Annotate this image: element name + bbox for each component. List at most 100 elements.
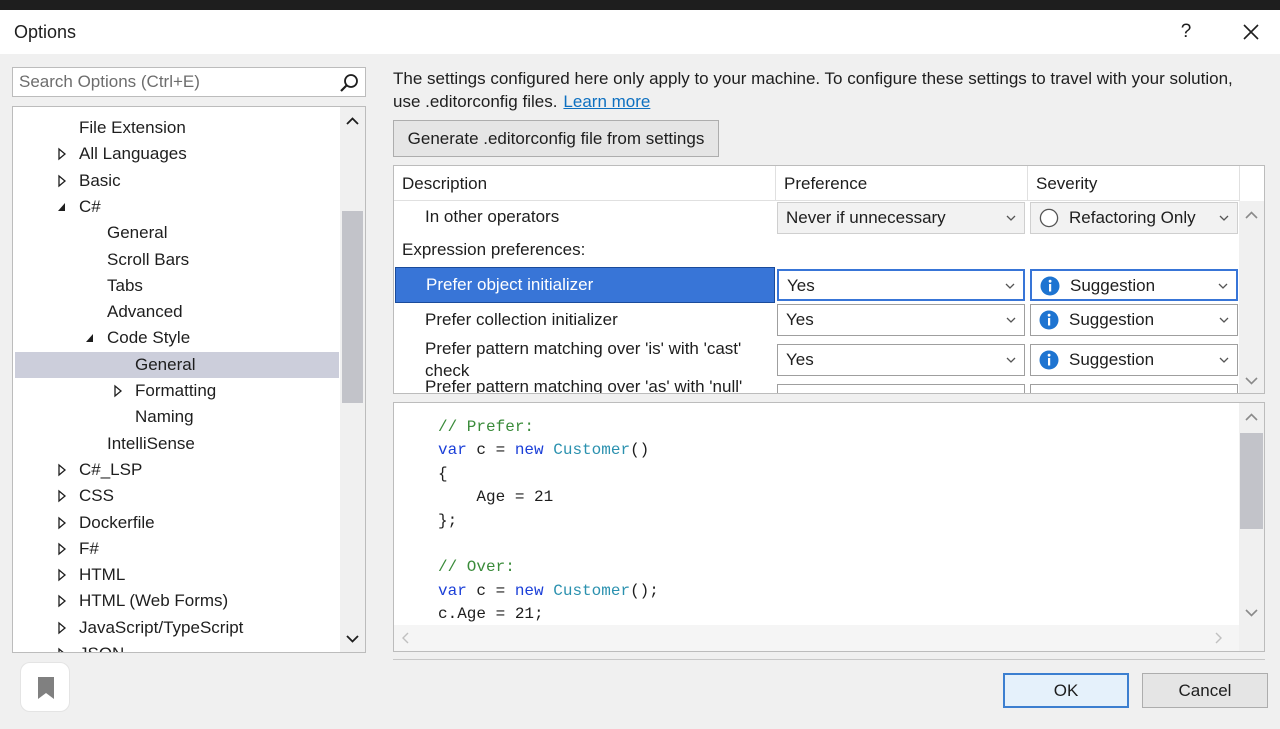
search-input[interactable]	[13, 68, 333, 96]
column-description[interactable]: Description	[394, 166, 776, 201]
tree-item[interactable]: Scroll Bars	[15, 247, 339, 273]
scroll-up-icon[interactable]	[1239, 203, 1264, 227]
preference-dropdown[interactable]	[777, 384, 1025, 393]
tree-item[interactable]: JSON	[15, 641, 339, 653]
help-button[interactable]: ?	[1172, 18, 1200, 46]
scroll-right-icon[interactable]	[1210, 630, 1226, 646]
code-line: Age = 21	[438, 485, 553, 509]
tree-item[interactable]: Naming	[15, 404, 339, 430]
cancel-button[interactable]: Cancel	[1142, 673, 1268, 708]
tree-item[interactable]: C#	[15, 194, 339, 220]
severity-dropdown[interactable]	[1030, 384, 1238, 393]
severity-dropdown[interactable]: Suggestion	[1030, 269, 1238, 301]
expand-arrow-icon[interactable]	[55, 141, 69, 167]
info-icon	[1039, 310, 1059, 330]
tree-item-label: All Languages	[79, 144, 187, 164]
expand-arrow-icon[interactable]	[55, 536, 69, 562]
preference-dropdown[interactable]: Yes	[777, 269, 1025, 301]
tree-item[interactable]: File Extension	[15, 115, 339, 141]
code-horizontal-scrollbar[interactable]	[394, 625, 1240, 651]
expand-arrow-icon[interactable]	[55, 615, 69, 641]
tree-item[interactable]: Formatting	[15, 378, 339, 404]
tree-scrollbar[interactable]	[340, 107, 365, 652]
tree-item[interactable]: General	[15, 220, 339, 246]
grid-row[interactable]: Prefer pattern matching over 'as' with '…	[394, 377, 1240, 393]
tree-item[interactable]: Code Style	[15, 325, 339, 351]
tree-item-label: File Extension	[79, 118, 186, 137]
tree-item[interactable]: General	[15, 351, 339, 378]
column-preference[interactable]: Preference	[776, 166, 1028, 201]
expand-arrow-icon[interactable]	[55, 562, 69, 588]
info-icon	[1040, 276, 1060, 296]
tree-item-label: HTML (Web Forms)	[79, 591, 229, 611]
expand-arrow-icon[interactable]	[55, 510, 69, 536]
tree-item[interactable]: Basic	[15, 168, 339, 194]
search-icon[interactable]	[339, 73, 359, 93]
close-button[interactable]	[1236, 18, 1266, 46]
learn-more-link[interactable]: Learn more	[563, 92, 650, 111]
code-scroll-thumb[interactable]	[1240, 433, 1263, 529]
expand-arrow-icon[interactable]	[55, 588, 69, 614]
circle-outline-icon	[1039, 208, 1059, 228]
collapse-arrow-icon[interactable]	[55, 194, 69, 220]
tree-item[interactable]: F#	[15, 536, 339, 562]
severity-dropdown[interactable]: Suggestion	[1030, 304, 1238, 336]
scroll-up-icon[interactable]	[1239, 405, 1264, 429]
setting-description: Prefer collection initializer	[425, 310, 618, 329]
grid-scrollbar[interactable]	[1239, 201, 1264, 393]
tree-item[interactable]: HTML (Web Forms)	[15, 588, 339, 614]
preference-dropdown[interactable]: Yes	[777, 344, 1025, 376]
severity-dropdown[interactable]: Suggestion	[1030, 344, 1238, 376]
tree-item[interactable]: Advanced	[15, 299, 339, 325]
code-token: c =	[466, 441, 515, 460]
tree-item[interactable]: C#_LSP	[15, 457, 339, 483]
tree-item-label: JSON	[79, 641, 124, 652]
scroll-down-icon[interactable]	[1239, 601, 1264, 625]
expand-arrow-icon[interactable]	[111, 378, 125, 404]
tree-item[interactable]: Dockerfile	[15, 510, 339, 536]
tree-item[interactable]: JavaScript/TypeScript	[15, 615, 339, 641]
scroll-down-icon[interactable]	[340, 627, 365, 651]
tree-item[interactable]: CSS	[15, 483, 339, 509]
tree-item[interactable]: Tabs	[15, 273, 339, 299]
tree-item[interactable]: IntelliSense	[15, 431, 339, 457]
preference-value: Yes	[786, 350, 814, 369]
tree-scroll-thumb[interactable]	[342, 211, 363, 403]
code-token: new	[514, 441, 544, 460]
preference-dropdown[interactable]: Yes	[777, 304, 1025, 336]
code-line: var c = new Customer()	[438, 438, 649, 462]
tree-item-label: Scroll Bars	[107, 249, 190, 269]
info-text: The settings configured here only apply …	[393, 69, 1233, 111]
code-line: // Over:	[438, 555, 515, 579]
tree-item[interactable]: All Languages	[15, 141, 339, 167]
preference-value: Never if unnecessary	[786, 208, 946, 227]
column-severity[interactable]: Severity	[1028, 166, 1240, 201]
code-token: new	[514, 581, 544, 600]
code-token: ();	[630, 581, 659, 600]
generate-editorconfig-button[interactable]: Generate .editorconfig file from setting…	[393, 120, 719, 157]
bookmark-button[interactable]	[20, 662, 70, 712]
scroll-up-icon[interactable]	[340, 109, 365, 133]
expand-arrow-icon[interactable]	[55, 641, 69, 653]
expand-arrow-icon[interactable]	[55, 457, 69, 483]
grid-row[interactable]: Prefer object initializer Yes Suggestion	[394, 267, 1240, 303]
ok-button[interactable]: OK	[1003, 673, 1129, 708]
grid-row[interactable]: Prefer collection initializer Yes Suggesti…	[394, 303, 1240, 337]
collapse-arrow-icon[interactable]	[83, 325, 97, 351]
code-vertical-scrollbar[interactable]	[1239, 403, 1264, 625]
code-preview: // Prefer: var c = new Customer(){ Age = …	[393, 402, 1265, 652]
scroll-down-icon[interactable]	[1239, 369, 1264, 393]
tree-item[interactable]: HTML	[15, 562, 339, 588]
preference-dropdown[interactable]: Never if unnecessary	[777, 202, 1025, 234]
code-token: Age = 21	[438, 488, 554, 507]
grid-row[interactable]: In other operators Never if unnecessary Re…	[394, 201, 1240, 234]
tree-item-label: C#_LSP	[79, 459, 143, 479]
severity-dropdown[interactable]: Refactoring Only	[1030, 202, 1238, 234]
expand-arrow-icon[interactable]	[55, 168, 69, 194]
tree-item-label: F#	[79, 538, 99, 558]
expand-arrow-icon[interactable]	[55, 483, 69, 509]
code-token: ()	[630, 441, 650, 460]
code-line: // Prefer:	[438, 415, 534, 439]
scroll-left-icon[interactable]	[398, 630, 414, 646]
